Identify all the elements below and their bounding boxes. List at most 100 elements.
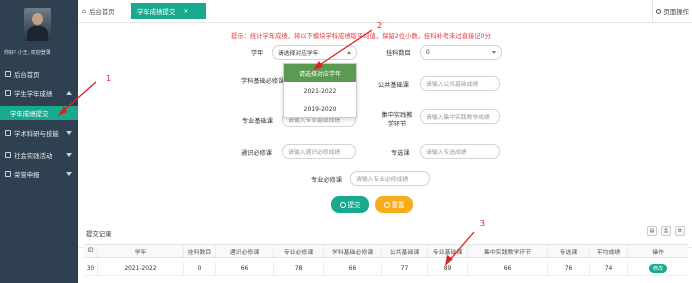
elective-placeholder: 请输入专选成绩 (426, 150, 467, 156)
reset-button[interactable]: 重置 (375, 196, 413, 213)
column-header: 专选课 (548, 245, 590, 257)
fail-count-label: 挂科数目 (386, 50, 411, 57)
dropdown-option[interactable]: 2021-2022 (284, 82, 356, 100)
table-cell: 89 (428, 262, 468, 275)
major-base-label: 专业基础课 (242, 118, 273, 125)
chevron-down-icon (66, 153, 72, 157)
table-cell: 77 (382, 262, 428, 275)
practice-label: 集中实践教学环节 (381, 112, 413, 128)
sidebar: 你好! 小王, 欢迎登录 后台首页 学生学年成绩 学年成绩提交 学术科研与技能 … (0, 0, 78, 283)
sidebar-item-label: 荣誉申报 (14, 170, 40, 179)
column-header: ID (84, 245, 98, 257)
sidebar-item-practice[interactable]: 社会实践活动 (0, 148, 78, 162)
column-header: 专业必修课 (274, 245, 324, 257)
export-icon[interactable]: ▤ (647, 226, 657, 236)
tab-label: 学年成绩提交 (137, 7, 176, 16)
table-header: ID 学年 挂科数目 通识必修课 专业必修课 学科基础必修课 公共基础课 专业基… (84, 244, 688, 258)
public-base-input[interactable]: 请输入公共基础成绩 (420, 76, 500, 91)
year-dropdown-menu: 请选择对应学年 2021-2022 2019-2020 (283, 63, 357, 118)
tab-label: 后台首页 (89, 7, 115, 16)
book-icon (5, 130, 11, 136)
sidebar-item-label: 学年成绩提交 (10, 109, 49, 118)
chevron-up-icon (66, 91, 72, 95)
circle-icon (656, 9, 662, 14)
table-cell: 66 (468, 262, 548, 275)
home-icon: ⌂ (82, 7, 87, 15)
practice-placeholder: 请输入集中实践教学成绩 (426, 115, 490, 121)
avatar[interactable] (24, 8, 51, 41)
refresh-icon (383, 201, 390, 208)
dropdown-option[interactable]: 请选择对应学年 (284, 64, 356, 82)
general-required-input[interactable]: 请输入通识必修成绩 (282, 144, 356, 159)
tab-grade-submit[interactable]: 学年成绩提交 × (131, 3, 206, 19)
fail-count-select[interactable]: 0 (420, 45, 502, 60)
annotation-label: 1 (106, 74, 112, 83)
chevron-up-icon (347, 51, 351, 54)
year-select-value: 请选择对应学年 (278, 51, 319, 57)
public-base-label: 公共基础课 (378, 82, 409, 89)
records-title: 提交记录 (86, 230, 112, 238)
practice-input[interactable]: 请输入集中实践教学成绩 (420, 109, 500, 124)
year-select[interactable]: 请选择对应学年 (272, 45, 357, 60)
column-header: 挂科数目 (184, 245, 216, 257)
sidebar-item-home[interactable]: 后台首页 (0, 67, 78, 81)
general-required-label: 通识必修课 (241, 150, 272, 157)
table-cell: 0 (184, 262, 216, 275)
column-header: 操作 (652, 249, 664, 256)
tab-bar: ⌂ 后台首页 学年成绩提交 × 页面操作 (78, 0, 692, 23)
award-icon (5, 171, 11, 177)
table-cell: 30 (84, 262, 98, 275)
base-required-label: 学科基础必修课 (241, 78, 285, 85)
major-required-label: 专业必修课 (311, 177, 342, 184)
column-header: 平均成绩 (590, 245, 628, 257)
elective-input[interactable]: 请输入专选成绩 (420, 144, 500, 159)
table-cell: 修改 (628, 262, 688, 275)
fail-count-value: 0 (426, 49, 430, 56)
column-header: 集中实践教学环节 (468, 245, 548, 257)
check-circle-icon (339, 201, 346, 208)
edit-button[interactable]: 修改 (648, 264, 667, 273)
page-op-label: 页面操作 (663, 8, 689, 16)
home-icon (5, 71, 11, 77)
dropdown-option[interactable]: 2019-2020 (284, 100, 356, 118)
table-cell: 74 (590, 262, 628, 275)
users-icon (5, 152, 11, 158)
page-operations-button[interactable]: 页面操作 (652, 0, 692, 23)
column-header: 公共基础课 (382, 245, 428, 257)
public-base-placeholder: 请输入公共基础成绩 (426, 82, 479, 88)
annotation-arrows (58, 29, 475, 266)
tab-home[interactable]: ⌂ 后台首页 (82, 3, 115, 19)
submit-label: 提交 (347, 201, 361, 209)
table-cell: 76 (548, 262, 590, 275)
table-cell: 2021-2022 (98, 262, 184, 275)
tip-text: 提示：统计学年成绩，将以下模块学科成绩取平均值，保留2位小数，挂科补考未过直接记… (231, 33, 491, 40)
elective-label: 专选课 (391, 150, 410, 157)
table-cell: 66 (324, 262, 382, 275)
column-header: 学年 (98, 245, 184, 257)
sidebar-item-honor[interactable]: 荣誉申报 (0, 167, 78, 181)
sidebar-item-label: 社会实践活动 (14, 151, 53, 160)
table-row: 30 2021-2022 0 66 78 66 77 89 66 76 74 修… (84, 262, 688, 276)
print-icon[interactable]: ⎙ (661, 226, 671, 236)
sidebar-item-label: 学术科研与技能 (14, 129, 59, 138)
greeting-text: 你好! 小王, 欢迎登录 (4, 50, 51, 56)
reset-label: 重置 (391, 201, 405, 209)
table-cell: 66 (216, 262, 274, 275)
column-header: 学科基础必修课 (324, 245, 382, 257)
column-header: 通识必修课 (216, 245, 274, 257)
sidebar-item-research[interactable]: 学术科研与技能 (0, 126, 78, 140)
chevron-down-icon (66, 131, 72, 135)
submit-button[interactable]: 提交 (331, 196, 369, 213)
chevron-down-icon (66, 172, 72, 176)
major-required-input[interactable]: 请输入专业必修成绩 (350, 171, 430, 186)
year-label: 学年 (251, 50, 264, 57)
major-required-placeholder: 请输入专业必修成绩 (356, 177, 409, 183)
chevron-down-icon (492, 51, 496, 54)
sidebar-item-label: 学生学年成绩 (14, 89, 53, 98)
close-icon[interactable]: × (183, 8, 188, 15)
sidebar-item-label: 后台首页 (14, 70, 40, 79)
sidebar-item-student-grades[interactable]: 学生学年成绩 (0, 86, 78, 100)
grid-icon (5, 90, 11, 96)
settings-icon[interactable]: ⚙ (675, 226, 685, 236)
sidebar-item-grade-submit[interactable]: 学年成绩提交 (0, 106, 78, 120)
